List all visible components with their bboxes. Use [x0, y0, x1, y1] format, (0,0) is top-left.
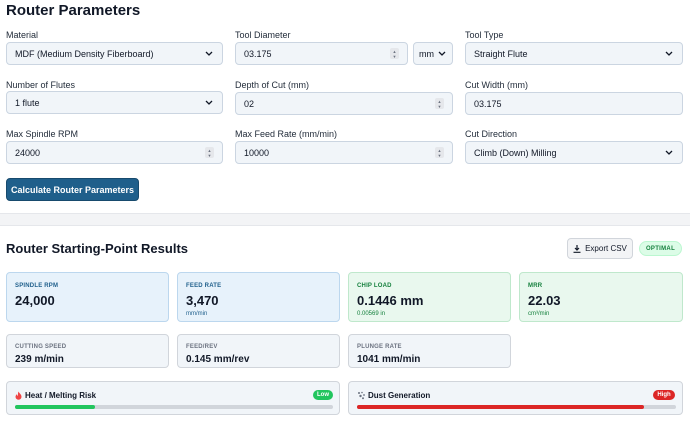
- max-feed-label: Max Feed Rate (mm/min): [235, 129, 338, 139]
- export-csv-button[interactable]: Export CSV: [567, 238, 633, 259]
- mini-value: 0.145 mm/rev: [186, 354, 250, 365]
- results-title: Router Starting-Point Results: [6, 241, 189, 256]
- card-sub: mm/min: [186, 311, 208, 317]
- card-sub: cm³/min: [528, 311, 550, 317]
- mini-card-plunge-rate: PLUNGE RATE 1041 mm/min: [348, 334, 511, 368]
- export-csv-label: Export CSV: [585, 244, 627, 253]
- mini-label: FEED/REV: [186, 344, 218, 350]
- result-card-chip-load: CHIP LOAD 0.1446 mm 0.00569 in: [348, 272, 511, 322]
- mini-label: CUTTING SPEED: [15, 344, 67, 350]
- card-sub: 0.00569 in: [357, 311, 386, 317]
- flame-icon: [15, 391, 22, 400]
- calculate-button[interactable]: Calculate Router Parameters: [6, 178, 139, 201]
- risk-fill: [357, 405, 645, 409]
- cut-direction-value: Climb (Down) Milling: [474, 147, 557, 158]
- card-value: 24,000: [15, 293, 55, 308]
- tool-type-label: Tool Type: [465, 30, 504, 40]
- card-label: SPINDLE RPM: [15, 283, 59, 289]
- material-value: MDF (Medium Density Fiberboard): [15, 48, 154, 59]
- max-feed-input[interactable]: 10000 ▲ ▼: [235, 141, 453, 164]
- depth-of-cut-label: Depth of Cut (mm): [235, 80, 310, 90]
- max-rpm-label: Max Spindle RPM: [6, 129, 79, 139]
- card-value: 0.1446 mm: [357, 293, 424, 308]
- spinner-icon[interactable]: ▲ ▼: [390, 48, 399, 59]
- max-feed-value: 10000: [244, 147, 270, 158]
- tool-diameter-label: Tool Diameter: [235, 30, 291, 40]
- card-value: 3,470: [186, 293, 219, 308]
- mini-value: 1041 mm/min: [357, 354, 421, 365]
- chevron-down-icon: [204, 49, 214, 59]
- status-badge: OPTIMAL: [639, 241, 682, 256]
- risk-label: Dust Generation: [368, 391, 431, 400]
- result-card-feed-rate: FEED RATE 3,470 mm/min: [177, 272, 340, 322]
- chevron-down-icon: [664, 148, 674, 158]
- tool-diameter-input[interactable]: 03.175 ▲ ▼: [235, 42, 408, 65]
- card-label: FEED RATE: [186, 283, 222, 289]
- tool-type-select[interactable]: Straight Flute: [465, 42, 683, 65]
- risk-fill: [15, 405, 95, 409]
- cut-direction-select[interactable]: Climb (Down) Milling: [465, 141, 683, 164]
- material-select[interactable]: MDF (Medium Density Fiberboard): [6, 42, 223, 65]
- risk-track: [357, 405, 676, 409]
- max-rpm-value: 24000: [15, 147, 41, 158]
- flutes-label: Number of Flutes: [6, 80, 76, 90]
- risk-track: [15, 405, 333, 409]
- cut-width-value: 03.175: [474, 98, 502, 109]
- spinner-icon[interactable]: ▲ ▼: [435, 98, 444, 109]
- mini-label: PLUNGE RATE: [357, 344, 402, 350]
- flutes-value: 1 flute: [15, 97, 40, 108]
- material-label: Material: [6, 30, 39, 40]
- unit-value: mm: [419, 48, 434, 59]
- card-label: MRR: [528, 283, 543, 289]
- flutes-select[interactable]: 1 flute: [6, 91, 223, 114]
- depth-of-cut-input[interactable]: 02 ▲ ▼: [235, 92, 453, 115]
- download-icon: [573, 244, 581, 253]
- mini-value: 239 m/min: [15, 354, 64, 365]
- cut-direction-label: Cut Direction: [465, 129, 518, 139]
- tool-diameter-value: 03.175: [244, 48, 272, 59]
- result-card-mrr: MRR 22.03 cm³/min: [519, 272, 683, 322]
- result-card-spindle-rpm: SPINDLE RPM 24,000: [6, 272, 169, 322]
- max-rpm-input[interactable]: 24000 ▲ ▼: [6, 141, 223, 164]
- card-label: CHIP LOAD: [357, 283, 392, 289]
- cut-width-label: Cut Width (mm): [465, 80, 528, 90]
- chevron-down-icon: [437, 49, 447, 59]
- cut-width-input[interactable]: 03.175: [465, 92, 683, 115]
- risk-heat-melting: Heat / Melting Risk Low: [6, 381, 340, 415]
- risk-level-badge: Low: [313, 390, 333, 400]
- spinner-icon[interactable]: ▲ ▼: [435, 147, 444, 158]
- mini-card-cutting-speed: CUTTING SPEED 239 m/min: [6, 334, 169, 368]
- chevron-down-icon: [204, 98, 214, 108]
- risk-dust-generation: Dust Generation High: [348, 381, 683, 415]
- unit-select[interactable]: mm: [413, 42, 453, 65]
- risk-level-badge: High: [653, 390, 675, 400]
- card-value: 22.03: [528, 293, 561, 308]
- dust-icon: [357, 391, 366, 400]
- risk-label: Heat / Melting Risk: [25, 391, 97, 400]
- section-divider: [0, 213, 690, 226]
- chevron-down-icon: [664, 49, 674, 59]
- mini-card-feed-rev: FEED/REV 0.145 mm/rev: [177, 334, 340, 368]
- tool-type-value: Straight Flute: [474, 48, 528, 59]
- depth-of-cut-value: 02: [244, 98, 255, 109]
- page-title: Router Parameters: [6, 2, 141, 19]
- spinner-icon[interactable]: ▲ ▼: [205, 147, 214, 158]
